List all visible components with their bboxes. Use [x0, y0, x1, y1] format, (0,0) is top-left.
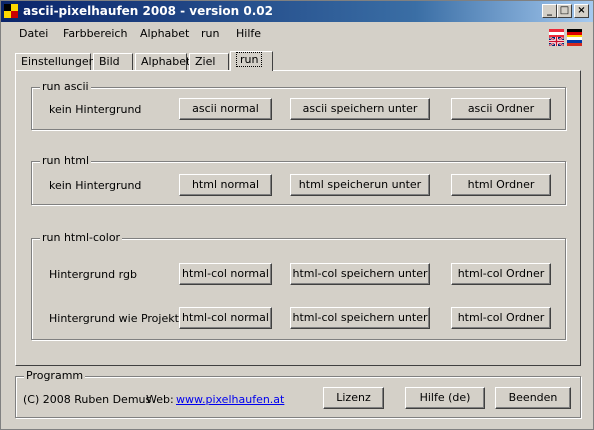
group-legend: run html-color	[40, 231, 123, 244]
app-icon	[4, 4, 18, 18]
html-color-project-save-as-button[interactable]: html-col speichern unter	[290, 307, 430, 329]
ascii-folder-button[interactable]: ascii Ordner	[451, 98, 551, 120]
html-color-rgb-label: Hintergrund rgb	[49, 268, 137, 281]
group-run-ascii: run ascii kein Hintergrund ascii normal …	[31, 80, 566, 130]
menu-bar: Datei Farbbereich Alphabet run Hilfe	[1, 23, 541, 45]
group-run-html: run html kein Hintergrund html normal ht…	[31, 154, 566, 205]
menu-datei[interactable]: Datei	[19, 27, 48, 40]
app-window: ascii-pixelhaufen 2008 - version 0.02 _ …	[0, 0, 594, 430]
exit-button[interactable]: Beenden	[495, 387, 571, 409]
tab-einstellungen[interactable]: Einstellungen	[15, 53, 96, 70]
web-label: Web:	[146, 393, 174, 406]
website-link[interactable]: www.pixelhaufen.at	[176, 393, 284, 406]
html-color-rgb-normal-button[interactable]: html-col normal	[179, 263, 272, 285]
html-color-rgb-save-as-button[interactable]: html-col speichern unter	[290, 263, 430, 285]
ascii-background-label: kein Hintergrund	[49, 103, 142, 116]
flag-uk-icon[interactable]	[549, 37, 564, 46]
tab-run[interactable]: run	[230, 51, 273, 71]
copyright-text: (C) 2008 Ruben Demus	[23, 393, 152, 406]
html-color-project-folder-button[interactable]: html-col Ordner	[451, 307, 551, 329]
html-color-project-label: Hintergrund wie Projekt	[49, 312, 179, 325]
group-programm: Programm (C) 2008 Ruben Demus Web: www.p…	[15, 369, 581, 418]
menu-alphabet[interactable]: Alphabet	[140, 27, 189, 40]
ascii-save-as-button[interactable]: ascii speichern unter	[290, 98, 430, 120]
tab-ziel[interactable]: Ziel	[189, 53, 229, 70]
menu-run[interactable]: run	[201, 27, 219, 40]
menu-hilfe[interactable]: Hilfe	[236, 27, 261, 40]
tab-panel-run: run ascii kein Hintergrund ascii normal …	[15, 70, 581, 366]
flag-russia-icon[interactable]	[567, 37, 582, 46]
help-button[interactable]: Hilfe (de)	[405, 387, 485, 409]
title-bar[interactable]: ascii-pixelhaufen 2008 - version 0.02 _ …	[1, 1, 593, 22]
html-background-label: kein Hintergrund	[49, 179, 142, 192]
menu-farbbereich[interactable]: Farbbereich	[63, 27, 127, 40]
group-legend: run html	[40, 154, 92, 167]
html-normal-button[interactable]: html normal	[179, 174, 272, 196]
tab-alphabet[interactable]: Alphabet	[135, 53, 190, 70]
group-run-html-color: run html-color Hintergrund rgb html-col …	[31, 231, 566, 340]
window-title: ascii-pixelhaufen 2008 - version 0.02	[23, 4, 273, 18]
html-save-as-button[interactable]: html speicherun unter	[290, 174, 430, 196]
group-legend: Programm	[24, 369, 86, 382]
minimize-button[interactable]: _	[542, 4, 557, 18]
close-button[interactable]: ×	[574, 4, 589, 18]
license-button[interactable]: Lizenz	[323, 387, 384, 409]
group-legend: run ascii	[40, 80, 91, 93]
html-color-rgb-folder-button[interactable]: html-col Ordner	[451, 263, 551, 285]
maximize-button[interactable]: □	[557, 4, 572, 18]
tab-bild[interactable]: Bild	[93, 53, 133, 70]
html-color-project-normal-button[interactable]: html-col normal	[179, 307, 272, 329]
ascii-normal-button[interactable]: ascii normal	[179, 98, 272, 120]
html-folder-button[interactable]: html Ordner	[451, 174, 551, 196]
